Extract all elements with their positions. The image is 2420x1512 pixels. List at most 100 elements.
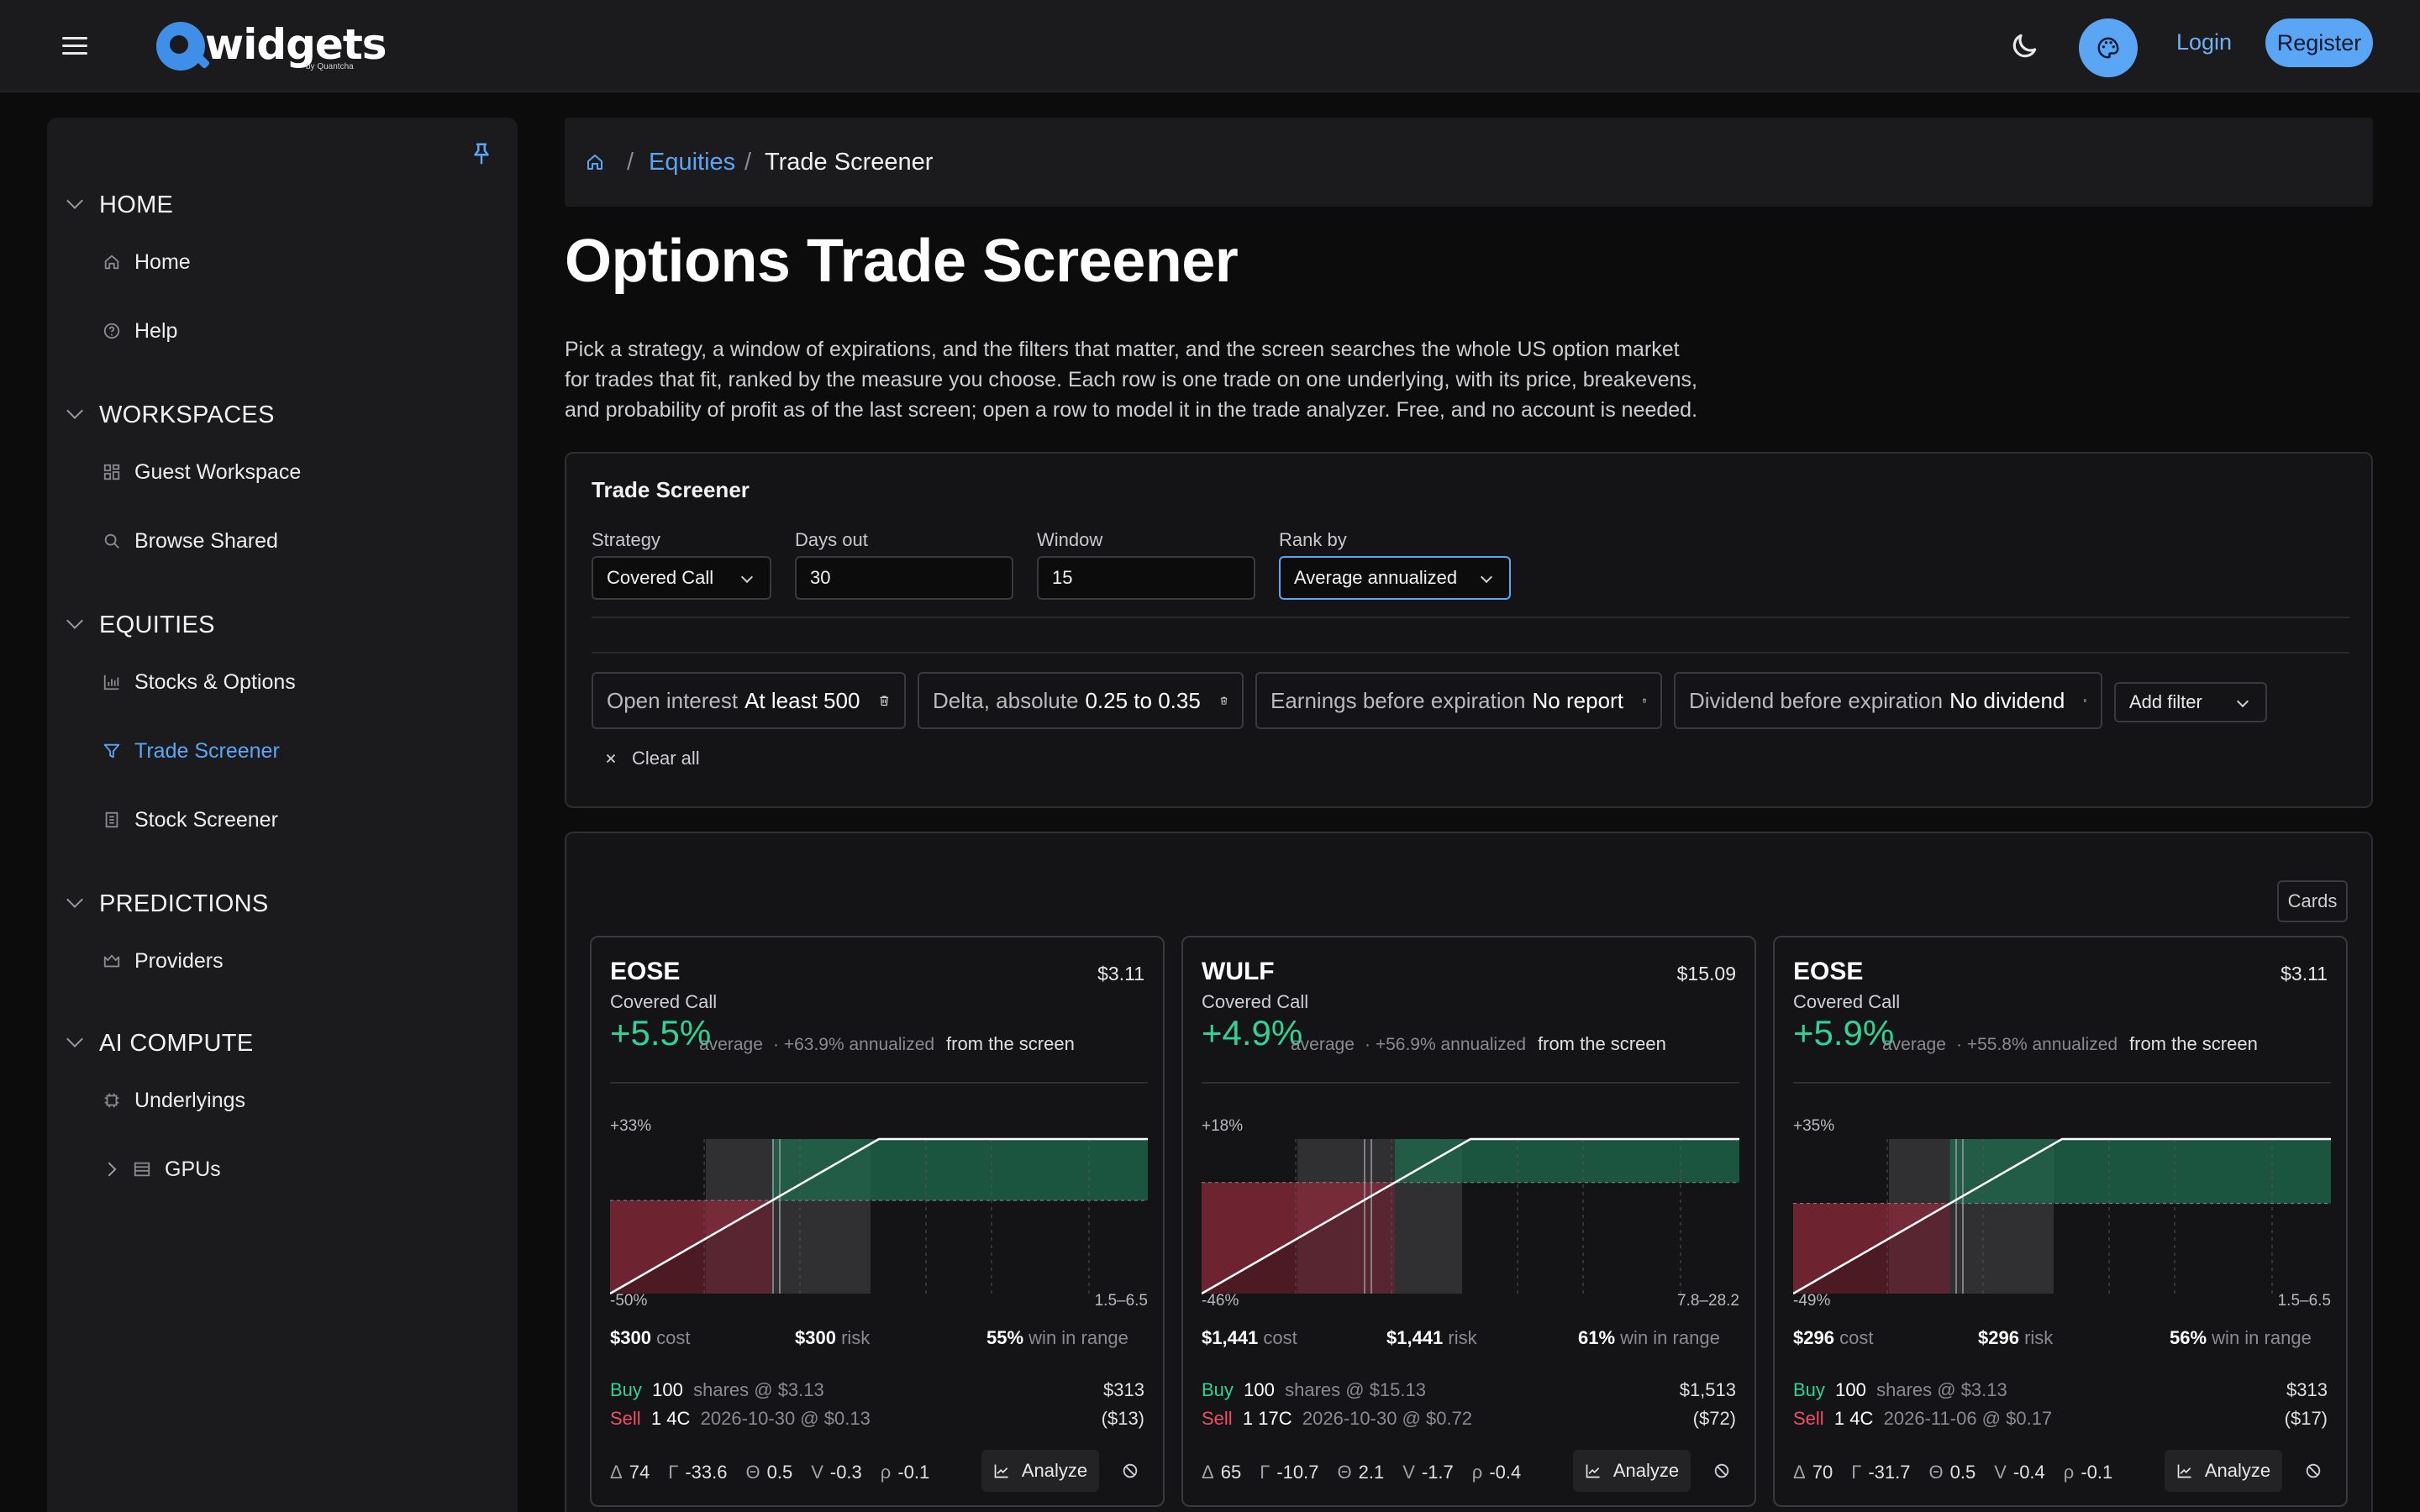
sidebar-item-guest-workspace[interactable]: Guest Workspace (101, 455, 301, 489)
sidebar-item-help[interactable]: Help (101, 314, 177, 348)
hide-icon[interactable] (1121, 1462, 1139, 1480)
menu-icon[interactable] (60, 34, 91, 59)
chevron-down-icon[interactable] (66, 192, 83, 209)
trash-icon[interactable] (2083, 691, 2087, 710)
trash-icon[interactable] (1642, 691, 1647, 710)
add-filter-button[interactable]: Add filter (2114, 682, 2267, 722)
server-icon (131, 1158, 153, 1180)
hide-icon[interactable] (1712, 1462, 1731, 1480)
strategy-label: Strategy (592, 529, 660, 550)
cost-metric: $1,441 cost (1202, 1327, 1297, 1348)
clear-all-button[interactable]: Clear all (603, 748, 700, 769)
sidebar-item-label: Stock Screener (134, 807, 278, 832)
sidebar-item-browse-shared[interactable]: Browse Shared (101, 524, 278, 558)
sidebar-item-home[interactable]: Home (101, 245, 191, 279)
chart-icon (2177, 1464, 2191, 1478)
analyze-label: Analyze (1021, 1460, 1088, 1481)
workspace-icon (101, 461, 123, 483)
filter-chip-earnings[interactable]: Earnings before expiration No report (1255, 672, 1662, 729)
chevron-down-icon (740, 570, 754, 584)
strategy-select[interactable]: Covered Call (592, 556, 771, 600)
trash-icon[interactable] (878, 691, 891, 710)
max-loss-label: -50% (610, 1292, 647, 1305)
page-description: Pick a strategy, a window of expirations… (565, 338, 1698, 422)
strategy-name: Covered Call (610, 991, 718, 1012)
register-button[interactable]: Register (2265, 18, 2373, 67)
login-link[interactable]: Login (2176, 29, 2232, 55)
days-out-input[interactable]: 30 (795, 556, 1013, 600)
from-screen-label: from the screen (946, 1033, 1075, 1054)
filter-value: At least 500 (744, 687, 860, 713)
section-equities[interactable]: EQUITIES (99, 612, 215, 639)
chevron-down-icon[interactable] (66, 612, 83, 629)
view-toggle-button[interactable]: Cards (2277, 880, 2348, 922)
rank-by-select[interactable]: Average annualized (1279, 556, 1511, 600)
filter-key: Open interest (607, 687, 739, 713)
sidebar: HOME Home Help WORKSPACES Guest Workspac… (47, 118, 518, 1512)
window-input[interactable]: 15 (1037, 556, 1255, 600)
breadcrumb-current: Trade Screener (765, 148, 934, 176)
logo[interactable]: widgets by Quantcha (156, 20, 387, 74)
crown-icon (101, 950, 123, 972)
chevron-down-icon[interactable] (66, 402, 83, 419)
section-predictions[interactable]: PREDICTIONS (99, 890, 269, 918)
sidebar-item-stocks-options[interactable]: Stocks & Options (101, 665, 296, 699)
filter-value: No dividend (1949, 687, 2065, 713)
price-range-label: 1.5–6.5 (1095, 1292, 1148, 1305)
sidebar-item-underlyings[interactable]: Underlyings (101, 1084, 245, 1117)
hide-icon[interactable] (2304, 1462, 2323, 1480)
trade-card[interactable]: WULF $15.09 Covered Call +4.9% average · +56.… (1181, 936, 1756, 1507)
theme-palette-button[interactable] (2079, 18, 2138, 77)
analyze-button[interactable]: Analyze (981, 1450, 1099, 1492)
sidebar-item-providers[interactable]: Providers (101, 944, 224, 978)
buy-value: $1,513 (1679, 1379, 1736, 1400)
divider (610, 1082, 1148, 1084)
breadcrumb-home[interactable] (585, 118, 605, 207)
return-pct: +5.5% (610, 1013, 712, 1053)
analyze-button[interactable]: Analyze (2165, 1450, 2282, 1492)
sidebar-item-label: Stocks & Options (134, 669, 296, 694)
filter-value: No report (1532, 687, 1623, 713)
annualized-label: · +63.9% annualized (773, 1035, 935, 1054)
trash-icon[interactable] (1219, 691, 1228, 710)
pin-icon[interactable] (469, 139, 494, 168)
section-ai-compute[interactable]: AI COMPUTE (99, 1030, 253, 1058)
chevron-right-icon[interactable] (102, 1162, 117, 1177)
sidebar-item-stock-screener[interactable]: Stock Screener (101, 803, 278, 837)
chevron-down-icon[interactable] (66, 1031, 83, 1047)
breadcrumb-separator: / (744, 148, 752, 176)
filter-chip-open-interest[interactable]: Open interest At least 500 (592, 672, 906, 729)
analyze-button[interactable]: Analyze (1573, 1450, 1691, 1492)
ticker: EOSE (1793, 958, 1864, 985)
buy-leg: Buy 100 shares @ $3.13 (610, 1379, 824, 1400)
top-bar: widgets by Quantcha Login Register (0, 0, 2420, 92)
payoff-chart: +35% -49% 1.5–6.5 (1793, 1117, 2331, 1305)
sell-leg: Sell 1 4C 2026-11-06 @ $0.17 (1793, 1408, 2053, 1429)
sidebar-item-trade-screener[interactable]: Trade Screener (101, 734, 280, 768)
profit-region (1395, 1139, 1739, 1183)
annualized-label: · +56.9% annualized (1365, 1035, 1527, 1054)
max-profit-label: +35% (1793, 1117, 1834, 1135)
price-range-label: 7.8–28.2 (1677, 1292, 1739, 1305)
sidebar-item-label: Trade Screener (134, 738, 280, 763)
sidebar-item-gpus[interactable]: GPUs (131, 1152, 221, 1186)
trade-card[interactable]: EOSE $3.11 Covered Call +5.5% average · +63.9… (590, 936, 1165, 1507)
from-screen-label: from the screen (1538, 1033, 1666, 1054)
chevron-down-icon[interactable] (66, 891, 83, 908)
breadcrumb-equities[interactable]: Equities (649, 118, 735, 207)
logo-text: widgets (205, 20, 387, 69)
section-home[interactable]: HOME (99, 192, 173, 219)
buy-value: $313 (1103, 1379, 1144, 1400)
section-workspaces[interactable]: WORKSPACES (99, 402, 275, 429)
filter-value: 0.25 to 0.35 (1085, 687, 1201, 713)
trade-card[interactable]: EOSE $3.11 Covered Call +5.9% average · +55.8… (1773, 936, 2348, 1507)
dark-mode-icon[interactable] (2008, 30, 2040, 62)
palette-icon (2097, 37, 2119, 59)
cost-metric: $296 cost (1793, 1327, 1874, 1348)
logo-subtext: by Quantcha (306, 62, 354, 71)
filter-chip-delta[interactable]: Delta, absolute 0.25 to 0.35 (918, 672, 1244, 729)
strategy-name: Covered Call (1202, 991, 1309, 1012)
chart-icon (994, 1464, 1008, 1478)
annualized-label: · +55.8% annualized (1956, 1035, 2118, 1054)
filter-chip-dividend[interactable]: Dividend before expiration No dividend (1674, 672, 2102, 729)
